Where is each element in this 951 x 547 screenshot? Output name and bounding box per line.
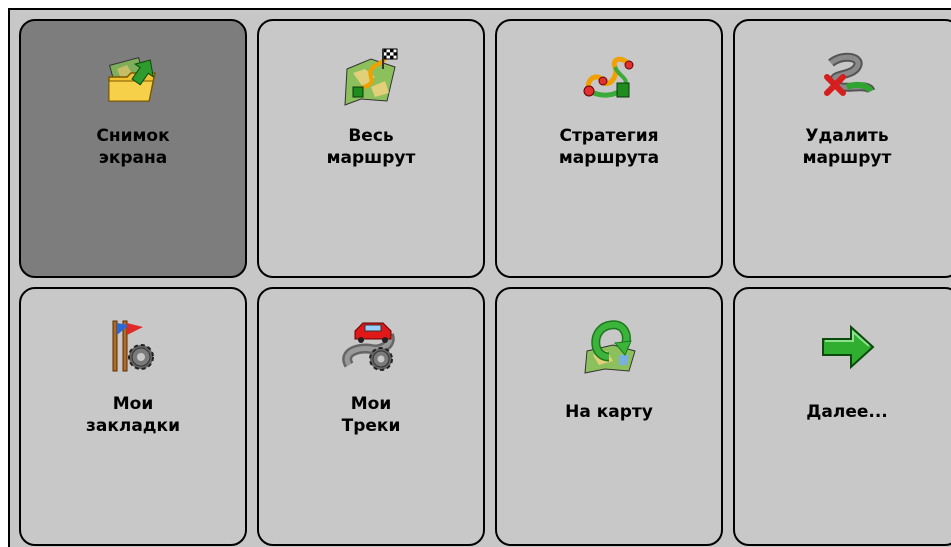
screenshot-button[interactable]: Снимок экрана (19, 19, 247, 278)
tile-label: Удалить маршрут (802, 126, 892, 168)
tile-label: Снимок экрана (96, 126, 170, 168)
bookmarks-flags-gear-icon (103, 315, 163, 375)
tracks-car-gear-icon (341, 315, 401, 375)
tile-label: На карту (565, 402, 653, 422)
tile-label: Далее... (806, 402, 888, 422)
next-arrow-icon (817, 315, 877, 375)
back-to-map-icon (579, 315, 639, 375)
my-bookmarks-button[interactable]: Мои закладки (19, 287, 247, 546)
tile-label: Весь маршрут (326, 126, 416, 168)
to-map-button[interactable]: На карту (495, 287, 723, 546)
my-tracks-button[interactable]: Мои Треки (257, 287, 485, 546)
screenshot-folder-icon (103, 47, 163, 107)
route-strategy-button[interactable]: Стратегия маршрута (495, 19, 723, 278)
delete-route-button[interactable]: Удалить маршрут (733, 19, 951, 278)
menu-panel: Снимок экрана Весь маршрут Стратегия мар… (8, 8, 951, 547)
tile-label: Мои Треки (341, 394, 401, 436)
tile-label: Стратегия маршрута (558, 126, 660, 168)
next-button[interactable]: Далее... (733, 287, 951, 546)
delete-route-icon (817, 47, 877, 107)
route-strategy-icon (579, 47, 639, 107)
whole-route-button[interactable]: Весь маршрут (257, 19, 485, 278)
whole-route-map-icon (341, 47, 401, 107)
tile-label: Мои закладки (86, 394, 180, 436)
